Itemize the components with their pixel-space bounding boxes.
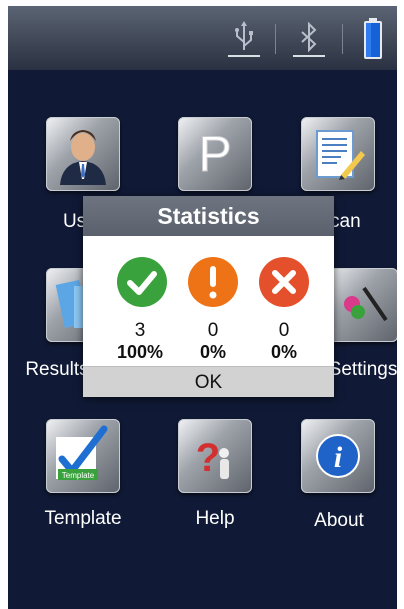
- device-screen: P User Scan Results Settings: [8, 6, 397, 609]
- about-tile[interactable]: i: [301, 419, 375, 493]
- user-tile[interactable]: [46, 117, 120, 191]
- settings-tile[interactable]: [324, 268, 397, 342]
- help-tile[interactable]: ?: [178, 419, 252, 493]
- help-label: Help: [195, 508, 235, 529]
- statistics-dialog: Statistics 3 0 0 100% 0% 0% OK: [83, 196, 334, 397]
- exclamation-circle-icon: [188, 257, 238, 307]
- pass-percent: 100%: [116, 342, 164, 362]
- scan-document-icon: [316, 130, 365, 180]
- fail-count: 0: [278, 320, 290, 341]
- template-label: Template: [44, 508, 122, 529]
- warning-percent: 0%: [199, 342, 226, 362]
- ok-button[interactable]: OK: [83, 366, 334, 397]
- check-circle-icon: [117, 257, 167, 307]
- template-tile[interactable]: Template: [46, 419, 120, 493]
- status-bar: [8, 6, 397, 70]
- svg-text:?: ?: [196, 436, 220, 480]
- fail-percent: 0%: [270, 342, 297, 362]
- user-icon: [60, 130, 106, 185]
- status-separator: [342, 24, 343, 54]
- battery-icon: [364, 18, 382, 59]
- settings-tools-icon: [344, 286, 388, 322]
- scan-tile[interactable]: [301, 117, 375, 191]
- help-figure-icon: ?: [196, 436, 229, 480]
- usb-icon: [228, 21, 260, 57]
- pass-count: 3: [134, 320, 146, 341]
- parking-p-icon: P: [198, 126, 232, 183]
- info-icon: i: [316, 434, 360, 478]
- template-badge: Template: [62, 471, 95, 480]
- about-label: About: [314, 510, 364, 531]
- svg-text:i: i: [334, 441, 343, 474]
- dialog-title: Statistics: [83, 196, 334, 236]
- svg-text:P: P: [198, 126, 231, 182]
- bluetooth-icon: [293, 21, 325, 57]
- status-separator: [275, 24, 276, 54]
- template-check-icon: Template: [56, 425, 108, 480]
- parking-tile[interactable]: P: [178, 117, 252, 191]
- warning-count: 0: [207, 320, 219, 341]
- x-circle-icon: [259, 257, 309, 307]
